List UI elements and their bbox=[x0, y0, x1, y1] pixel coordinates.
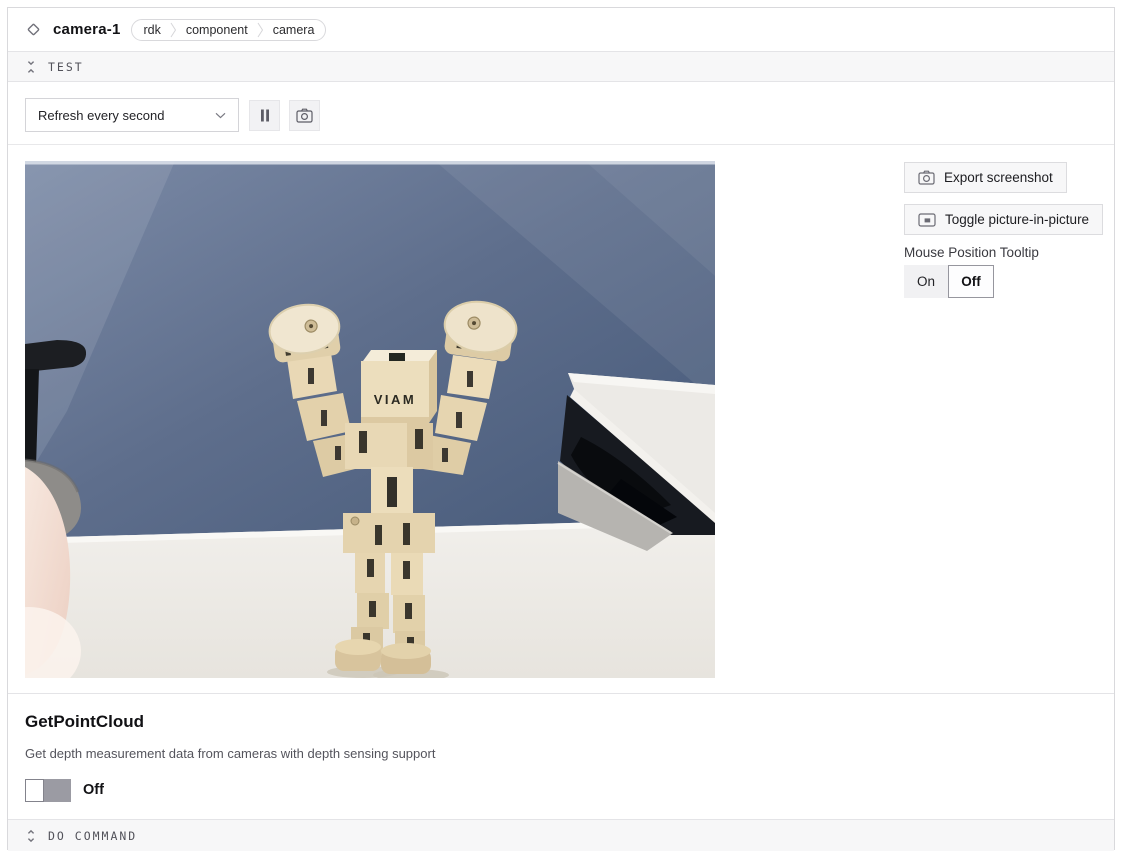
pause-icon bbox=[260, 109, 270, 122]
breadcrumb: rdk component camera bbox=[131, 19, 326, 41]
toggle-knob bbox=[25, 779, 44, 802]
test-section-label: TEST bbox=[48, 60, 84, 74]
expand-icon bbox=[25, 829, 37, 843]
viam-logo-text: VIAM bbox=[374, 392, 417, 407]
get-point-cloud-title: GetPointCloud bbox=[25, 712, 144, 732]
mouse-position-tooltip-label: Mouse Position Tooltip bbox=[904, 245, 1039, 260]
chevron-down-icon bbox=[215, 112, 226, 119]
test-section-header[interactable]: TEST bbox=[8, 51, 1114, 82]
pip-icon bbox=[918, 213, 936, 227]
camera-feed: VIAM bbox=[25, 161, 715, 678]
breadcrumb-separator-icon bbox=[170, 21, 177, 39]
export-screenshot-label: Export screenshot bbox=[944, 170, 1053, 185]
get-point-cloud-toggle-label: Off bbox=[83, 779, 104, 802]
camera-feed-image: VIAM bbox=[25, 161, 715, 678]
breadcrumb-item-camera: camera bbox=[273, 23, 315, 37]
camera-icon bbox=[918, 170, 935, 185]
export-screenshot-button[interactable]: Export screenshot bbox=[904, 162, 1067, 193]
refresh-rate-value: Refresh every second bbox=[38, 108, 164, 123]
card-header: camera-1 rdk component camera bbox=[8, 8, 1114, 51]
page-title: camera-1 bbox=[53, 21, 120, 38]
breadcrumb-item-rdk: rdk bbox=[143, 23, 160, 37]
controls-row-divider bbox=[8, 144, 1114, 145]
mouse-tooltip-segmented-control: On Off bbox=[904, 265, 994, 298]
tooltip-off-button[interactable]: Off bbox=[948, 265, 994, 298]
tooltip-on-button[interactable]: On bbox=[904, 265, 948, 298]
toggle-pip-label: Toggle picture-in-picture bbox=[945, 212, 1089, 227]
robot-head: VIAM bbox=[361, 350, 437, 423]
do-command-section-label: DO COMMAND bbox=[48, 829, 137, 843]
toggle-pip-button[interactable]: Toggle picture-in-picture bbox=[904, 204, 1103, 235]
breadcrumb-item-component: component bbox=[186, 23, 248, 37]
pause-stream-button[interactable] bbox=[249, 100, 280, 131]
camera-component-card: camera-1 rdk component camera TEST Refre… bbox=[7, 7, 1115, 850]
screenshot-button[interactable] bbox=[289, 100, 320, 131]
breadcrumb-separator-icon bbox=[257, 21, 264, 39]
diamond-icon bbox=[25, 21, 42, 38]
do-command-section-header[interactable]: DO COMMAND bbox=[8, 819, 1114, 851]
get-point-cloud-toggle[interactable] bbox=[25, 779, 71, 802]
get-point-cloud-divider bbox=[8, 693, 1114, 694]
camera-icon bbox=[296, 108, 313, 123]
refresh-rate-select[interactable]: Refresh every second bbox=[25, 98, 239, 132]
get-point-cloud-description: Get depth measurement data from cameras … bbox=[25, 746, 435, 761]
collapse-icon bbox=[25, 60, 37, 74]
